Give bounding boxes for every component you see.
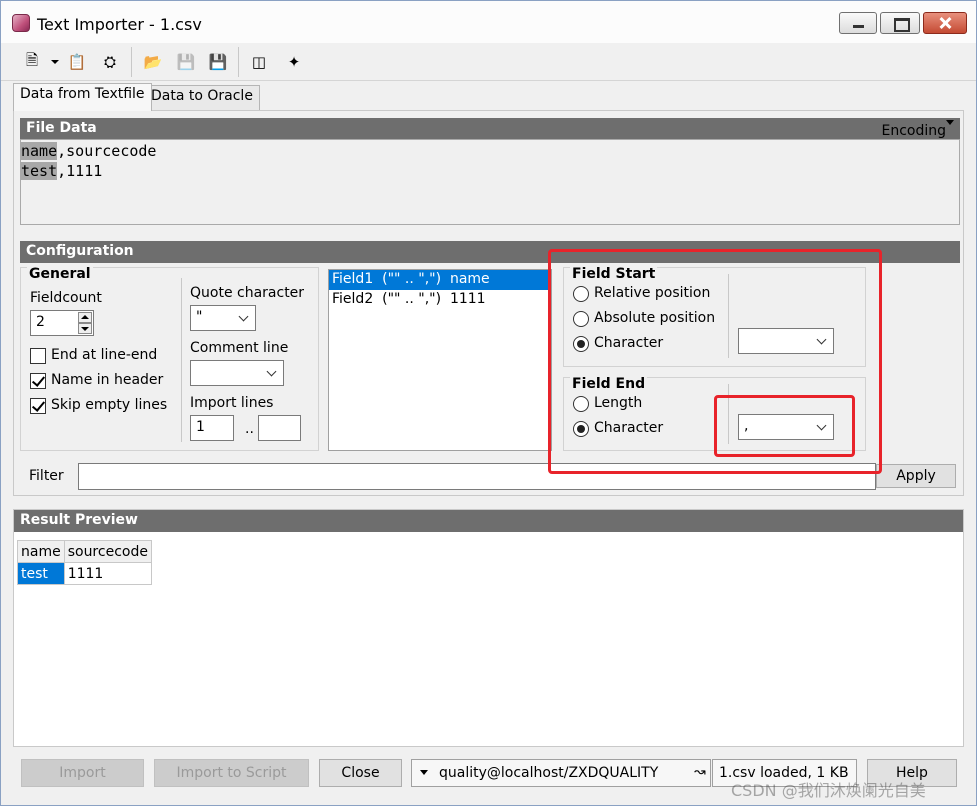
toolbar: 🗎 📋 ⛭ 📂 💾 💾 ◫ ✦ (1, 43, 976, 81)
import-lines-to-input[interactable] (258, 415, 301, 441)
skip-empty-lines-label: Skip empty lines (51, 397, 167, 413)
file-data-rest: ,1111 (57, 162, 102, 180)
quote-character-value: " (196, 309, 202, 325)
chevron-down-icon[interactable] (51, 60, 59, 64)
minimize-button[interactable] (839, 12, 877, 34)
import-lines-from-value: 1 (196, 419, 205, 435)
save-icon[interactable]: 💾 (207, 51, 229, 73)
toolbar-separator (131, 47, 132, 77)
connection-text: quality@localhost/ZXDQUALITY (439, 765, 658, 781)
import-lines-from-input[interactable]: 1 (190, 415, 234, 441)
tab-data-to-oracle[interactable]: Data to Oracle (144, 85, 260, 111)
chevron-down-icon[interactable] (946, 120, 954, 125)
title-bar: Text Importer - 1.csv (1, 1, 976, 43)
tab-data-from-textfile[interactable]: Data from Textfile (13, 83, 152, 111)
comment-line-label: Comment line (190, 340, 288, 356)
maximize-button[interactable] (880, 12, 920, 34)
end-at-line-end-checkbox[interactable] (30, 348, 46, 364)
column-header[interactable]: name (18, 541, 65, 563)
database-icon[interactable]: ◫ (248, 51, 270, 73)
import-lines-range-separator: .. (245, 421, 254, 437)
file-data-header: File Data Encoding (20, 118, 960, 140)
pin-icon[interactable]: ↝ (694, 764, 706, 780)
fieldcount-input[interactable]: 2 (30, 310, 94, 336)
comment-line-select[interactable] (190, 360, 284, 386)
name-in-header-checkbox[interactable] (30, 373, 46, 389)
clear-icon[interactable]: ⛭ (99, 51, 121, 73)
app-icon (12, 14, 30, 32)
table-cell[interactable]: 1111 (64, 563, 151, 585)
close-button[interactable]: Close (319, 759, 402, 787)
file-data-line: name,sourcecode (21, 142, 959, 162)
quote-character-select[interactable]: " (190, 305, 256, 331)
chevron-down-icon[interactable] (420, 770, 428, 775)
new-icon[interactable]: 🗎 (21, 51, 43, 73)
chevron-down-icon (267, 367, 277, 377)
window-title: Text Importer - 1.csv (37, 15, 202, 34)
table-cell[interactable]: test (18, 563, 65, 585)
file-data-highlight: name (21, 142, 57, 160)
file-data-highlight: test (21, 162, 57, 180)
encoding-label[interactable]: Encoding (881, 123, 946, 139)
fields-list[interactable]: Field1 ("" .. ",") name Field2 ("" .. ",… (328, 269, 552, 451)
spin-down-icon[interactable] (78, 323, 92, 334)
file-data-rest: ,sourcecode (57, 142, 156, 160)
fieldcount-value: 2 (36, 314, 45, 330)
close-window-button[interactable] (923, 12, 967, 34)
result-preview: Result Preview name sourcecode test 1111 (13, 509, 964, 747)
import-button: Import (21, 759, 144, 787)
file-data-line: test,1111 (21, 162, 959, 182)
highlight-box (714, 395, 855, 457)
spin-up-icon[interactable] (78, 312, 92, 323)
end-at-line-end-label: End at line-end (51, 347, 157, 363)
result-table[interactable]: name sourcecode test 1111 (17, 540, 152, 585)
save-disabled-icon: 💾 (175, 51, 197, 73)
list-item[interactable]: Field2 ("" .. ",") 1111 (329, 290, 551, 310)
result-preview-header: Result Preview (14, 510, 963, 532)
column-header[interactable]: sourcecode (64, 541, 151, 563)
general-group: General Fieldcount 2 End at line-end Nam… (20, 267, 319, 451)
filter-label: Filter (29, 468, 64, 484)
connection-field[interactable]: quality@localhost/ZXDQUALITY ↝ (411, 759, 711, 787)
general-title: General (27, 266, 93, 282)
file-data-title: File Data (26, 120, 97, 136)
list-item[interactable]: Field1 ("" .. ",") name (329, 270, 551, 290)
general-separator (181, 278, 182, 442)
fieldcount-label: Fieldcount (30, 290, 102, 306)
text-importer-window: Text Importer - 1.csv 🗎 📋 ⛭ 📂 💾 💾 ◫ ✦ Da… (0, 0, 977, 806)
file-data-text[interactable]: name,sourcecode test,1111 (20, 139, 960, 225)
paste-icon[interactable]: 📋 (66, 51, 88, 73)
watermark: CSDN @我们沐焕阑光自美 (731, 777, 926, 801)
quote-character-label: Quote character (190, 285, 304, 301)
name-in-header-label: Name in header (51, 372, 163, 388)
import-to-script-button: Import to Script (154, 759, 309, 787)
toolbar-separator (238, 47, 239, 77)
import-lines-label: Import lines (190, 395, 273, 411)
table-header-row: name sourcecode (18, 541, 152, 563)
table-row[interactable]: test 1111 (18, 563, 152, 585)
fieldcount-spinner[interactable] (78, 312, 92, 334)
wand-icon[interactable]: ✦ (283, 51, 305, 73)
skip-empty-lines-checkbox[interactable] (30, 398, 46, 414)
open-icon[interactable]: 📂 (142, 51, 164, 73)
apply-button[interactable]: Apply (876, 464, 956, 488)
chevron-down-icon (239, 312, 249, 322)
